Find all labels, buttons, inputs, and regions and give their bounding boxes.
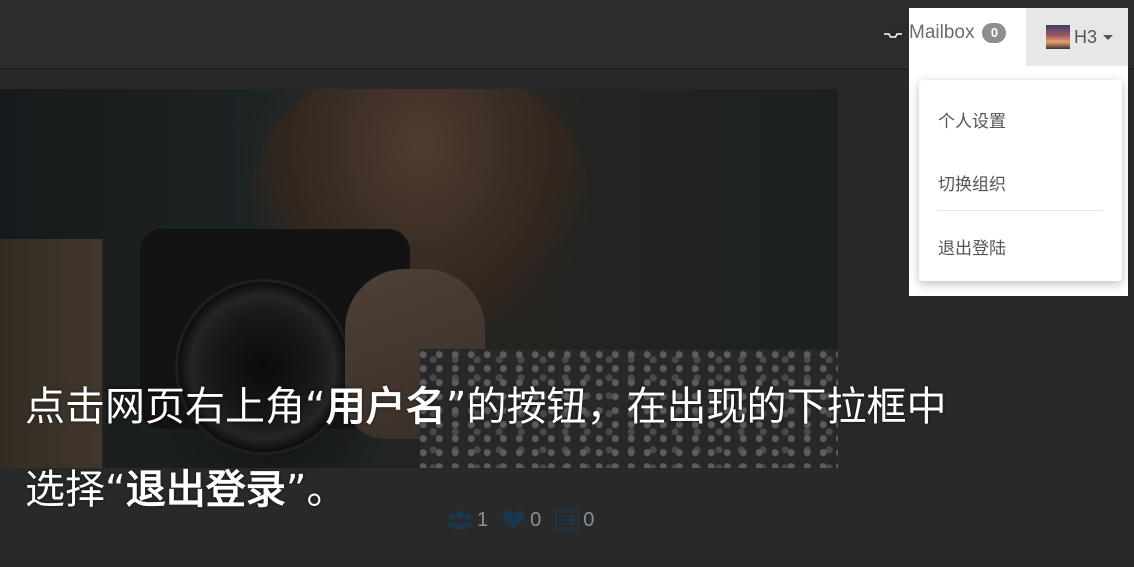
caption-line2-suffix: ”。 (285, 467, 347, 513)
menu-divider (937, 210, 1102, 211)
menu-item-logout[interactable]: 退出登陆 (938, 234, 1006, 259)
caption-line2-prefix: 选择“ (25, 467, 126, 513)
instruction-caption-line-1: 点击网页右上角“用户名”的按钮，在出现的下拉框中 (25, 383, 1125, 431)
caption-line1-bold: 用户名 (325, 384, 446, 430)
user-menu-button[interactable]: H3 (1026, 8, 1128, 66)
inbox-icon (881, 23, 905, 43)
caption-line1-suffix: ”的按钮，在出现的下拉框中 (445, 384, 947, 430)
caret-down-icon (1103, 34, 1114, 40)
user-name: H3 (1074, 26, 1098, 47)
avatar (1046, 25, 1070, 49)
mailbox-link[interactable]: Mailbox 0 (881, 18, 1007, 48)
user-dropdown-menu: 个人设置 切换组织 退出登陆 (919, 80, 1122, 281)
caption-line1-prefix: 点击网页右上角“ (25, 384, 326, 430)
mailbox-label: Mailbox (909, 22, 975, 43)
menu-item-personal-settings[interactable]: 个人设置 (938, 107, 1006, 132)
instruction-caption-line-2: 选择“退出登录”。 (25, 466, 1125, 514)
caption-line2-bold: 退出登录 (125, 467, 286, 513)
mailbox-count-badge: 0 (982, 23, 1007, 43)
menu-item-switch-organization[interactable]: 切换组织 (938, 170, 1006, 195)
